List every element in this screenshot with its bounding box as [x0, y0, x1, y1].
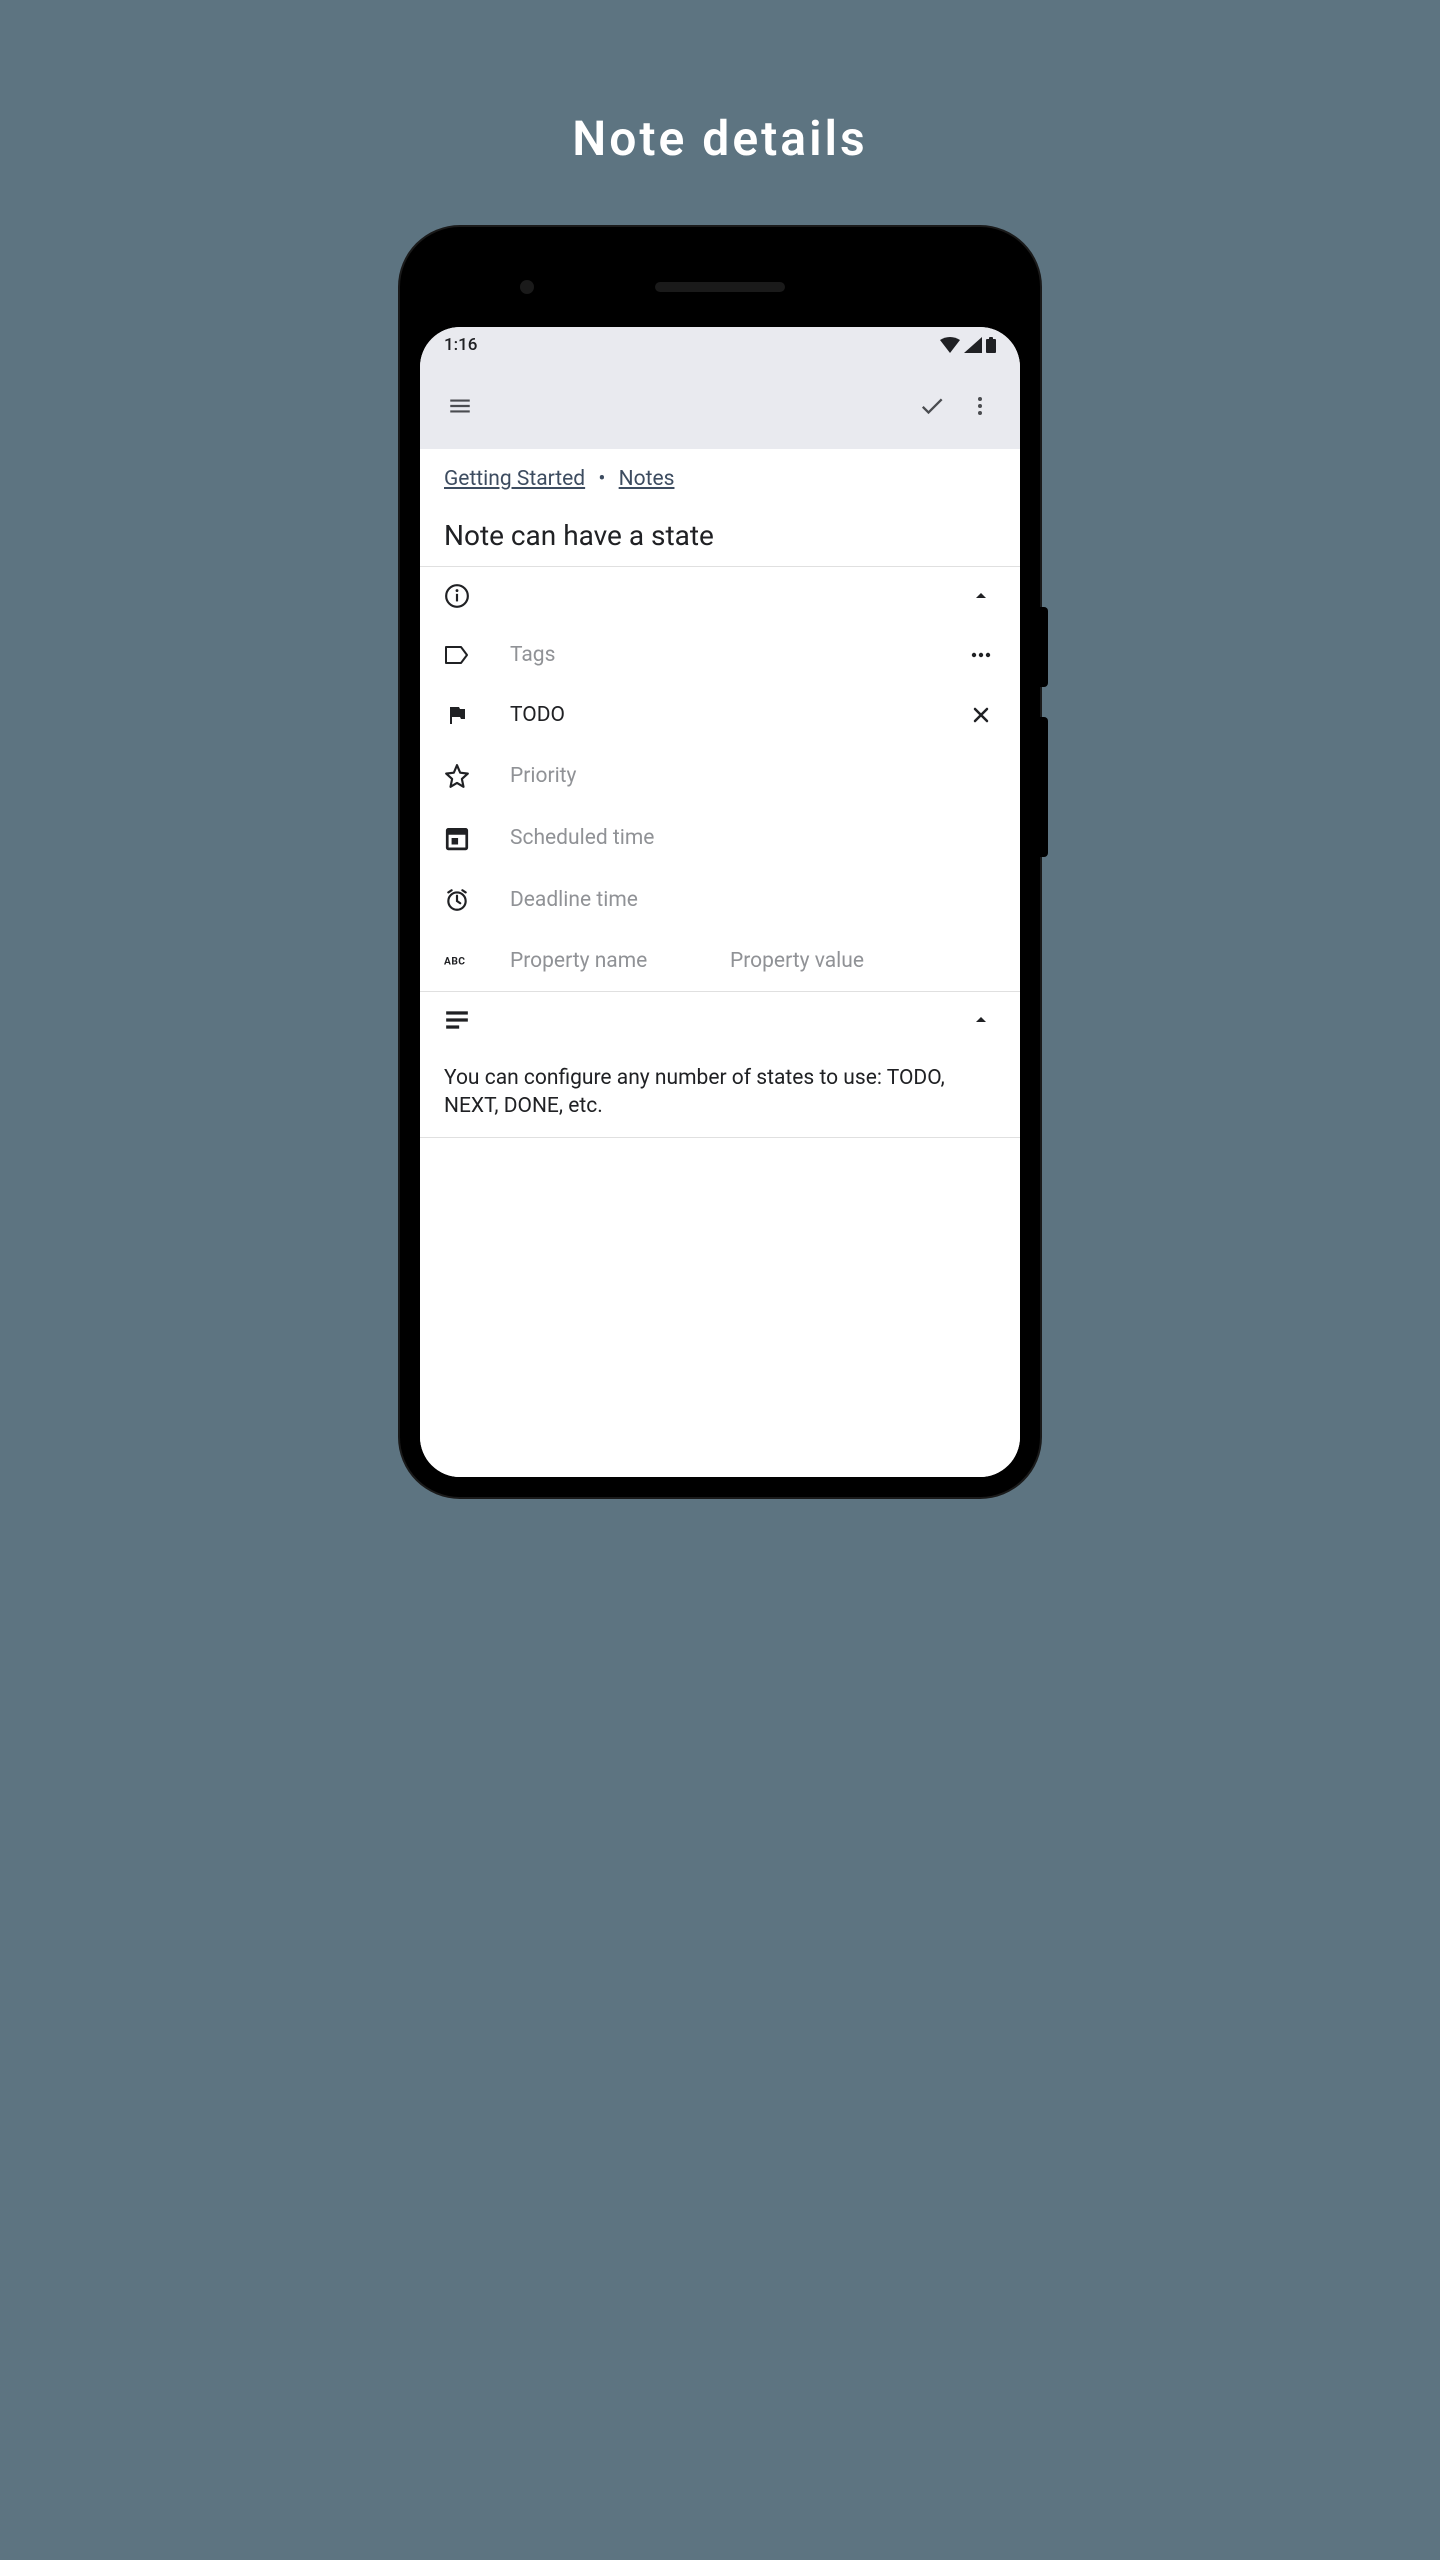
property-name-placeholder[interactable]: Property name: [510, 949, 690, 973]
tags-row[interactable]: Tags: [420, 625, 1020, 685]
tags-placeholder: Tags: [510, 643, 926, 667]
note-body[interactable]: You can configure any number of states t…: [420, 1048, 1020, 1138]
wifi-icon: [940, 337, 960, 353]
note-title-field[interactable]: Note can have a state: [420, 501, 1020, 567]
phone-speaker: [655, 282, 785, 292]
star-icon: [444, 763, 470, 789]
phone-camera: [520, 280, 534, 294]
menu-button[interactable]: [436, 382, 484, 430]
alarm-icon: [444, 887, 470, 913]
page-title: Note details: [572, 110, 867, 167]
flag-icon: [444, 703, 470, 727]
check-icon: [918, 392, 946, 420]
chevron-up-icon: [969, 584, 993, 608]
status-icons: [940, 337, 996, 353]
status-bar: 1:16: [420, 327, 1020, 363]
status-time: 1:16: [444, 335, 477, 355]
collapse-metadata-button[interactable]: [966, 584, 996, 608]
metadata-section-header[interactable]: [420, 567, 1020, 625]
priority-row[interactable]: Priority: [420, 745, 1020, 807]
dots-horizontal-icon: [968, 643, 994, 667]
phone-screen: 1:16 Getting Started: [420, 327, 1020, 1477]
info-icon: [444, 583, 470, 609]
svg-text:ABC: ABC: [444, 957, 465, 968]
collapse-content-button[interactable]: [966, 1008, 996, 1032]
battery-icon: [986, 337, 996, 353]
state-row[interactable]: TODO: [420, 685, 1020, 745]
overflow-menu-button[interactable]: [956, 382, 1004, 430]
phone-side-button: [1040, 717, 1048, 857]
content-area: Getting Started • Notes Note can have a …: [420, 449, 1020, 1477]
dots-vertical-icon: [968, 394, 992, 418]
scheduled-placeholder: Scheduled time: [510, 826, 926, 850]
property-row[interactable]: ABC Property name Property value: [420, 931, 1020, 991]
property-value-placeholder[interactable]: Property value: [730, 949, 996, 973]
abc-icon: ABC: [444, 954, 470, 968]
content-section-header[interactable]: [420, 992, 1020, 1048]
tags-more-button[interactable]: [966, 643, 996, 667]
state-value: TODO: [510, 703, 926, 727]
hamburger-icon: [447, 393, 473, 419]
close-icon: [969, 703, 993, 727]
priority-placeholder: Priority: [510, 764, 926, 788]
confirm-button[interactable]: [908, 382, 956, 430]
cellular-icon: [964, 337, 982, 353]
calendar-icon: [444, 825, 470, 851]
breadcrumb: Getting Started • Notes: [420, 449, 1020, 501]
phone-side-button: [1040, 607, 1048, 687]
breadcrumb-link-getting-started[interactable]: Getting Started: [444, 467, 585, 491]
breadcrumb-link-notes[interactable]: Notes: [619, 467, 675, 491]
deadline-row[interactable]: Deadline time: [420, 869, 1020, 931]
app-bar: [420, 363, 1020, 449]
deadline-placeholder: Deadline time: [510, 888, 926, 912]
scheduled-row[interactable]: Scheduled time: [420, 807, 1020, 869]
clear-state-button[interactable]: [966, 703, 996, 727]
phone-frame: 1:16 Getting Started: [400, 227, 1040, 1497]
tag-icon: [444, 643, 470, 667]
breadcrumb-separator: •: [598, 467, 605, 491]
chevron-up-icon: [969, 1008, 993, 1032]
notes-icon: [444, 1009, 470, 1031]
phone-notch: [420, 247, 1020, 327]
